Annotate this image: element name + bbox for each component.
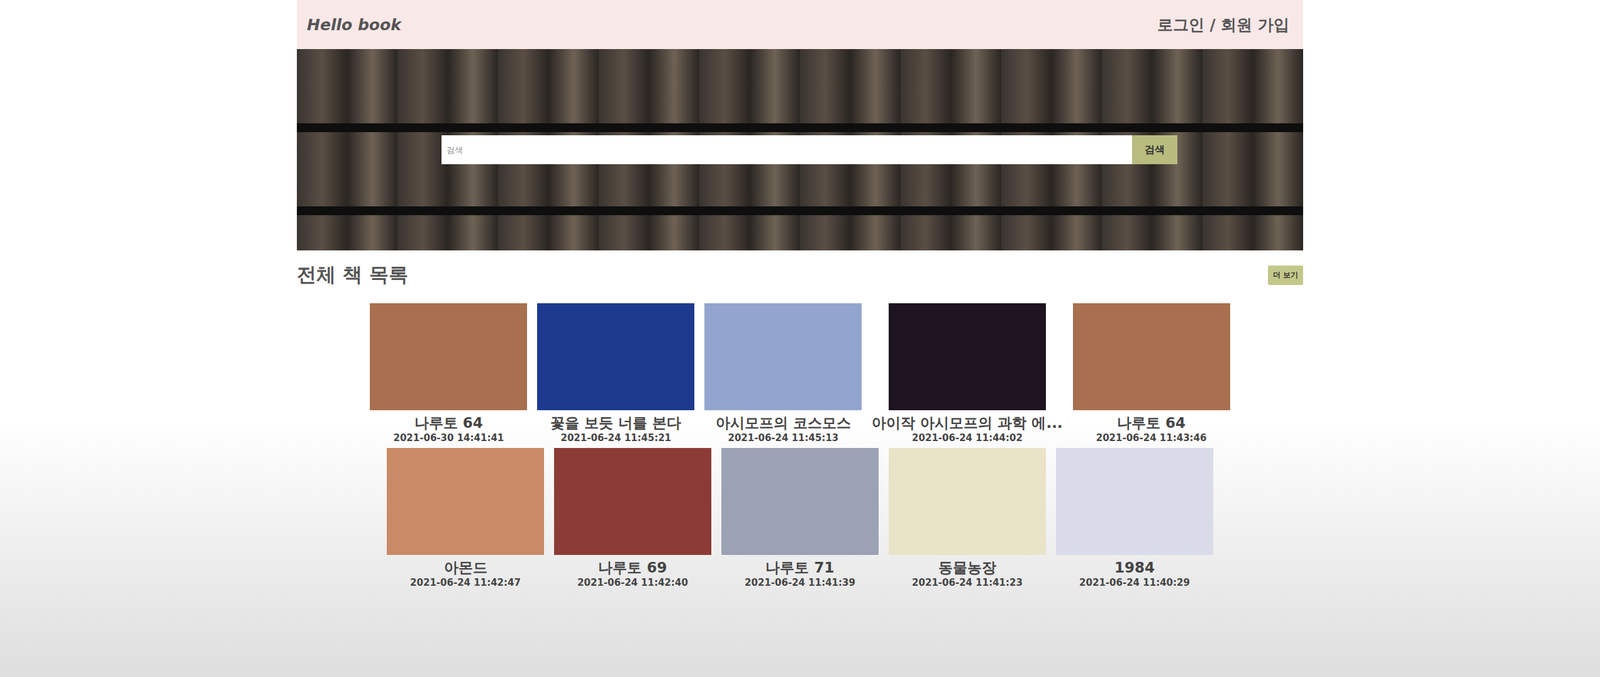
book-list: 나루토 64 2021-06-30 14:41:41 꽃을 보듯 너를 본다 2… [347,303,1253,590]
book-title[interactable]: 1984 [1114,558,1155,577]
book-date: 2021-06-24 11:45:21 [560,432,672,445]
section-header: 전체 책 목록 더 보기 [296,261,1304,289]
more-button[interactable]: 더 보기 [1267,265,1304,285]
book-card[interactable]: 나루토 64 2021-06-24 11:43:46 [1072,303,1231,445]
book-title[interactable]: 아시모프의 코스모스 [715,413,851,433]
book-card[interactable]: 1984 2021-06-24 11:40:29 [1055,447,1214,589]
page: Hello book 로그인 / 회원 가입 검색 전체 책 목록 더 보기 나… [0,0,1600,677]
book-card[interactable]: 동물농장 2021-06-24 11:41:23 [888,447,1046,589]
auth-link[interactable]: 로그인 / 회원 가입 [1157,14,1290,36]
book-card[interactable]: 아이작 아시모프의 과학 에... 2021-06-24 11:44:02 [871,303,1063,445]
book-title[interactable]: 나루토 64 [414,413,484,433]
book-cover[interactable] [888,447,1046,555]
book-title[interactable]: 아몬드 [444,558,488,577]
book-card[interactable]: 꽃을 보듯 너를 본다 2021-06-24 11:45:21 [537,303,695,445]
book-title[interactable]: 아이작 아시모프의 과학 에... [871,413,1063,433]
book-cover[interactable] [1055,447,1214,555]
book-date: 2021-06-24 11:42:47 [410,576,521,590]
book-cover[interactable] [704,303,862,411]
search-bar: 검색 [441,135,1178,165]
book-title[interactable]: 동물농장 [938,558,997,577]
book-cover[interactable] [554,447,712,555]
book-card[interactable]: 나루토 71 2021-06-24 11:41:39 [721,447,879,589]
search-input[interactable] [441,135,1133,165]
book-card[interactable]: 아시모프의 코스모스 2021-06-24 11:45:13 [704,303,862,445]
book-card[interactable]: 아몬드 2021-06-24 11:42:47 [386,447,545,589]
book-date: 2021-06-24 11:42:40 [577,576,689,590]
book-card[interactable]: 나루토 64 2021-06-30 14:41:41 [369,303,528,445]
book-date: 2021-06-24 11:41:39 [744,576,856,590]
book-cover[interactable] [386,447,545,555]
book-title[interactable]: 나루토 69 [598,558,667,577]
header: Hello book 로그인 / 회원 가입 [296,0,1304,50]
book-cover[interactable] [888,303,1046,411]
book-cover[interactable] [1072,303,1231,411]
book-date: 2021-06-24 11:44:02 [911,432,1023,445]
logo[interactable]: Hello book [306,15,402,34]
hero-banner: 검색 [296,49,1304,251]
book-title[interactable]: 꽃을 보듯 너를 본다 [550,413,682,433]
main-container: Hello book 로그인 / 회원 가입 검색 전체 책 목록 더 보기 나… [296,0,1304,590]
book-date: 2021-06-24 11:45:13 [727,432,839,445]
book-date: 2021-06-30 14:41:41 [393,432,504,445]
search-button[interactable]: 검색 [1132,135,1178,165]
book-date: 2021-06-24 11:43:46 [1096,432,1207,445]
book-title[interactable]: 나루토 64 [1116,413,1186,433]
book-date: 2021-06-24 11:40:29 [1079,576,1190,590]
book-cover[interactable] [721,447,879,555]
book-card[interactable]: 나루토 69 2021-06-24 11:42:40 [554,447,712,589]
book-date: 2021-06-24 11:41:23 [911,576,1023,590]
book-cover[interactable] [537,303,695,411]
section-title: 전체 책 목록 [296,261,409,289]
book-title[interactable]: 나루토 71 [765,558,834,577]
book-cover[interactable] [369,303,528,411]
